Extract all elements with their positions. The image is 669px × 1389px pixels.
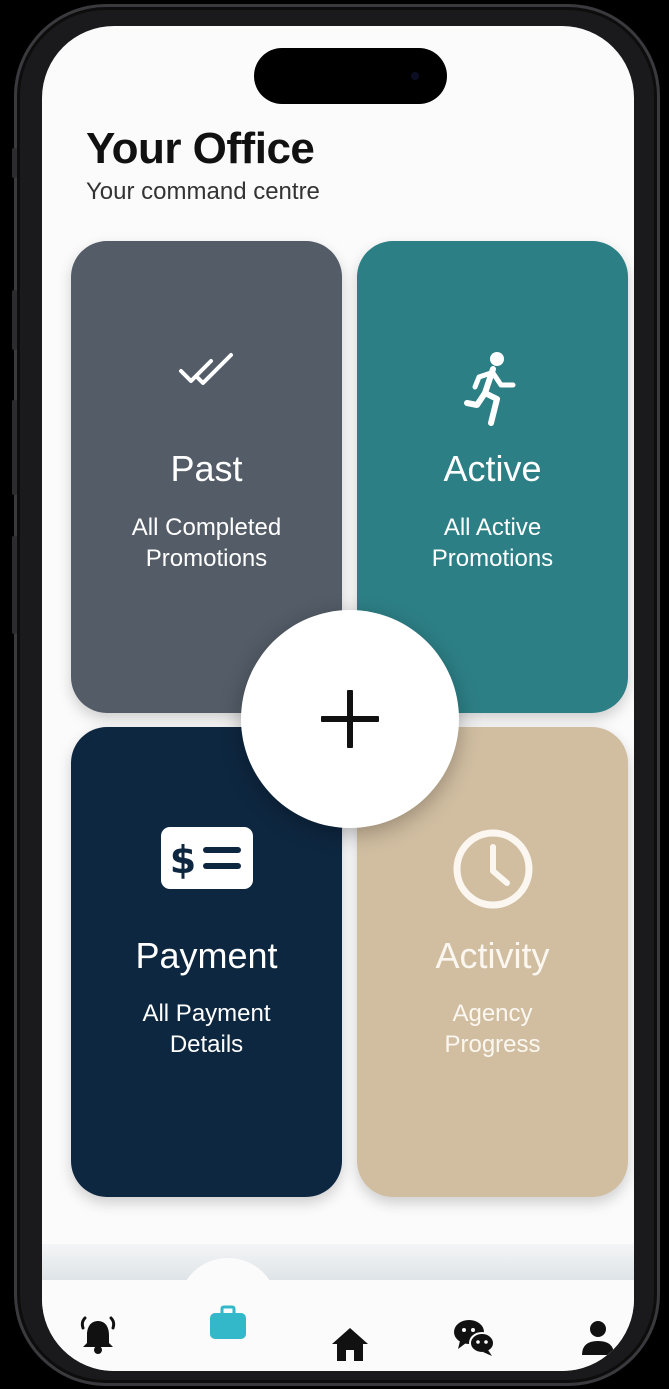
- double-check-icon: [71, 349, 342, 393]
- chat-icon: [454, 1320, 495, 1356]
- tab-notifications[interactable]: [72, 1311, 124, 1361]
- tab-home[interactable]: [324, 1319, 376, 1369]
- bell-icon: [80, 1316, 116, 1354]
- volume-down-button: [12, 536, 17, 634]
- add-button[interactable]: [241, 610, 459, 828]
- payment-card-description: All Payment Details: [142, 1000, 271, 1058]
- running-person-icon: [357, 349, 628, 429]
- volume-up-button-2: [12, 400, 17, 495]
- clock-icon: [357, 827, 628, 911]
- tab-chat[interactable]: [448, 1312, 500, 1362]
- svg-text:$: $: [169, 838, 195, 882]
- briefcase-icon: [210, 1305, 246, 1339]
- page-subtitle: Your command centre: [86, 178, 320, 205]
- activity-card-description: Agency Progress: [444, 1000, 541, 1058]
- past-card-description: All Completed Promotions: [131, 514, 282, 572]
- dynamic-island: [254, 48, 447, 104]
- page-title: Your Office: [86, 124, 315, 173]
- active-card-description: All Active Promotions: [431, 514, 554, 572]
- front-camera: [411, 72, 419, 80]
- active-card-title: Active: [443, 448, 542, 489]
- tab-profile[interactable]: [572, 1313, 624, 1363]
- home-icon: [332, 1328, 368, 1361]
- volume-up-button: [12, 290, 17, 350]
- silent-switch: [12, 148, 17, 178]
- past-card-title: Past: [170, 448, 243, 489]
- plus-icon: [321, 690, 379, 748]
- payment-card-title: Payment: [135, 935, 278, 976]
- activity-card-title: Activity: [435, 935, 550, 976]
- person-icon: [582, 1321, 614, 1355]
- tab-bar-shadow: [42, 1244, 634, 1284]
- tab-office[interactable]: [202, 1298, 254, 1348]
- payment-card-icon: $: [71, 827, 342, 889]
- app-screen: Your Office Your command centre Past All…: [42, 26, 634, 1371]
